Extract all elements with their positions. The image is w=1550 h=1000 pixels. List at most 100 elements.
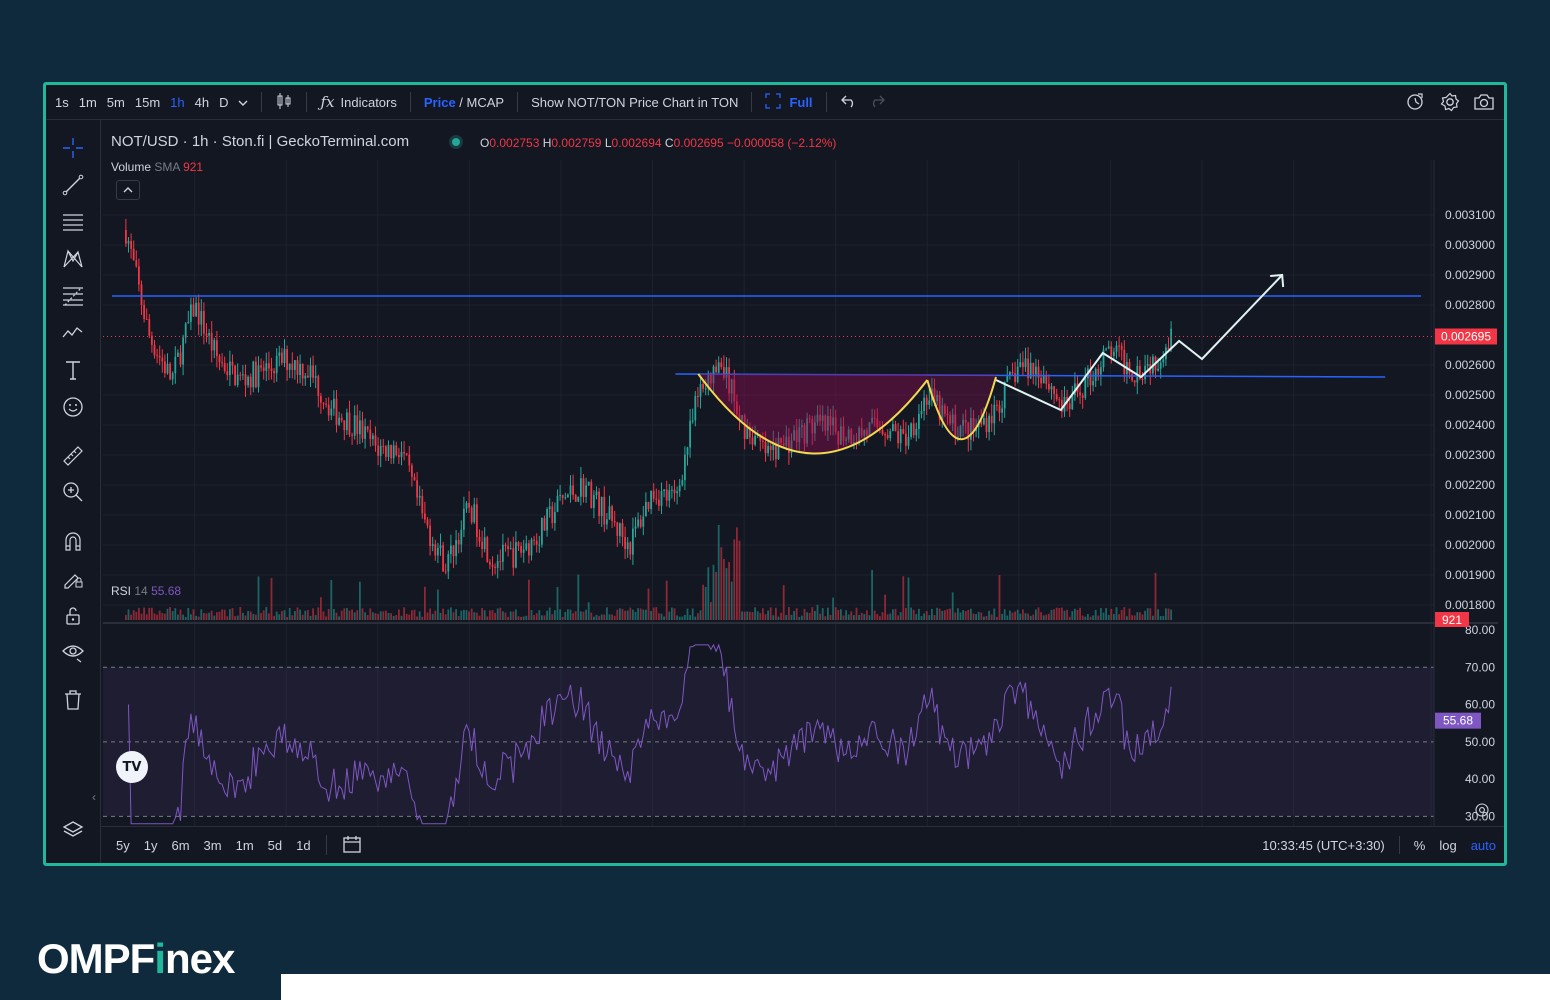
ohlc-legend: O0.002753 H0.002759 L0.002694 C0.002695 … bbox=[480, 136, 836, 150]
price-tick-label: 0.002400 bbox=[1445, 418, 1495, 432]
range-1m[interactable]: 1m bbox=[229, 838, 261, 853]
candle-body bbox=[390, 445, 392, 459]
undo-icon[interactable] bbox=[835, 94, 863, 111]
candle-body bbox=[455, 540, 457, 557]
log-toggle[interactable]: log bbox=[1439, 838, 1456, 853]
volume-bar bbox=[361, 608, 364, 620]
range-5d[interactable]: 5d bbox=[261, 838, 289, 853]
interval-dropdown-chevron-icon[interactable] bbox=[233, 95, 253, 110]
candle-body bbox=[522, 549, 525, 553]
candle-body bbox=[293, 360, 296, 370]
volume-bar bbox=[611, 614, 613, 620]
range-6m[interactable]: 6m bbox=[164, 838, 196, 853]
interval-1m[interactable]: 1m bbox=[74, 95, 102, 110]
volume-bar bbox=[296, 607, 299, 620]
rsi-legend: RSI 14 55.68 bbox=[111, 584, 181, 598]
volume-bar bbox=[938, 608, 941, 620]
candle-body bbox=[1128, 362, 1131, 374]
volume-bar bbox=[1144, 610, 1146, 620]
volume-bar bbox=[644, 609, 647, 620]
volume-bar bbox=[491, 610, 494, 620]
tradingview-logo[interactable]: TV bbox=[116, 751, 148, 783]
quick-search-icon[interactable] bbox=[1404, 90, 1428, 114]
volume-bar bbox=[816, 604, 819, 620]
clock-display[interactable]: 10:33:45 (UTC+3:30) bbox=[1262, 838, 1384, 853]
interval-d[interactable]: D bbox=[214, 95, 233, 110]
candlestick-type-icon[interactable] bbox=[270, 92, 298, 113]
volume-bar bbox=[813, 610, 816, 620]
volume-bar bbox=[488, 610, 491, 620]
interval-4h[interactable]: 4h bbox=[190, 95, 214, 110]
volume-bar bbox=[192, 609, 195, 620]
candle-body bbox=[291, 363, 294, 370]
brand-main: OMPF bbox=[37, 935, 155, 982]
volume-bar bbox=[624, 610, 626, 620]
interval-1s[interactable]: 1s bbox=[50, 95, 74, 110]
full-button[interactable]: Full bbox=[760, 92, 817, 112]
candle-body bbox=[228, 361, 231, 376]
interval-1h[interactable]: 1h bbox=[165, 95, 189, 110]
volume-bar bbox=[1027, 613, 1029, 620]
calendar-icon[interactable] bbox=[335, 835, 369, 856]
candle-body bbox=[278, 352, 281, 356]
volume-bar bbox=[691, 608, 694, 620]
axis-settings-gear-icon[interactable] bbox=[1474, 802, 1490, 823]
candle-body bbox=[496, 561, 499, 568]
range-5y[interactable]: 5y bbox=[109, 838, 137, 853]
indicators-button[interactable]: ƒx Indicators bbox=[315, 93, 401, 111]
show-ton-button[interactable]: Show NOT/TON Price Chart in TON bbox=[526, 95, 743, 110]
volume-bar bbox=[824, 616, 827, 620]
volume-bar bbox=[481, 608, 483, 620]
volume-bar bbox=[306, 610, 309, 620]
volume-bar bbox=[449, 607, 452, 620]
volume-bar bbox=[949, 608, 951, 620]
volume-bar bbox=[1053, 609, 1055, 620]
collapse-toolbar-chevron-icon[interactable]: ‹ bbox=[92, 790, 96, 804]
candle-body bbox=[499, 561, 502, 563]
range-3m[interactable]: 3m bbox=[197, 838, 229, 853]
volume-bar bbox=[257, 576, 260, 620]
range-1y[interactable]: 1y bbox=[137, 838, 165, 853]
candle-body bbox=[507, 545, 509, 550]
candle-body bbox=[647, 501, 650, 510]
candle-body bbox=[270, 368, 273, 371]
volume-bar bbox=[564, 612, 567, 620]
volume-bar bbox=[793, 611, 795, 620]
volume-bar bbox=[592, 616, 595, 620]
candle-body bbox=[137, 266, 140, 285]
volume-bar bbox=[1019, 613, 1022, 620]
candle-body bbox=[239, 374, 242, 376]
candle-body bbox=[335, 398, 338, 425]
camera-icon[interactable] bbox=[1472, 90, 1496, 114]
settings-gear-icon[interactable] bbox=[1438, 90, 1462, 114]
candle-body bbox=[374, 435, 377, 446]
volume-bar bbox=[174, 608, 177, 620]
candle-body bbox=[1157, 368, 1159, 371]
low-key: L bbox=[604, 136, 612, 150]
percent-toggle[interactable]: % bbox=[1414, 838, 1426, 853]
volume-bar bbox=[967, 609, 970, 620]
volume-bar bbox=[1170, 609, 1172, 620]
price-mcap-toggle[interactable]: Price / MCAP bbox=[419, 95, 509, 110]
volume-bar bbox=[941, 610, 944, 620]
range-1d[interactable]: 1d bbox=[289, 838, 317, 853]
chevron-up-icon bbox=[123, 187, 133, 193]
collapse-legend-button[interactable] bbox=[116, 180, 140, 200]
redo-icon[interactable] bbox=[863, 94, 891, 111]
volume-bar bbox=[912, 609, 915, 620]
volume-bar bbox=[358, 581, 361, 620]
price-chart[interactable]: 0.003100 0.003000 0.002900 0.002800 0.002600… bbox=[46, 120, 1498, 860]
interval-15m[interactable]: 15m bbox=[130, 95, 165, 110]
auto-toggle[interactable]: auto bbox=[1471, 838, 1496, 853]
volume-bar bbox=[288, 608, 291, 620]
candle-body bbox=[202, 311, 205, 334]
volume-bar bbox=[215, 612, 218, 620]
volume-bar bbox=[249, 611, 252, 620]
volume-bar bbox=[140, 613, 143, 620]
volume-bar bbox=[1133, 615, 1136, 620]
volume-legend-value: 921 bbox=[183, 160, 204, 174]
candle-body bbox=[1032, 362, 1035, 375]
interval-5m[interactable]: 5m bbox=[102, 95, 130, 110]
volume-bar bbox=[548, 607, 551, 620]
chart-widget: 1s 1m 5m 15m 1h 4h D ƒx Indicators Price… bbox=[43, 82, 1507, 866]
